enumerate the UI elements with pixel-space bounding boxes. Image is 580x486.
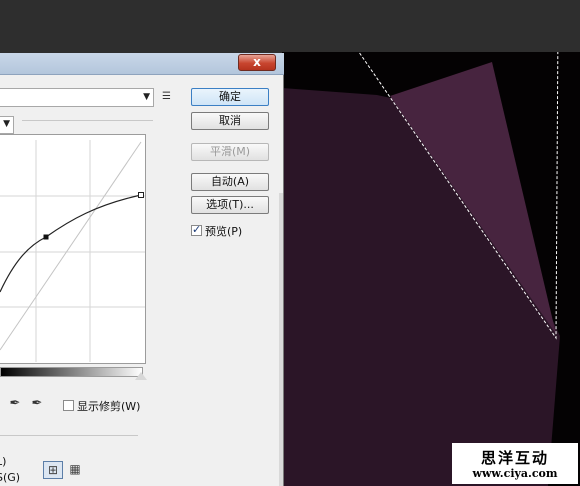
preview-checkbox[interactable] <box>191 223 202 236</box>
simple-grid-icon[interactable]: ⊞ <box>43 461 63 479</box>
canvas-artwork <box>282 52 560 486</box>
ok-button[interactable]: 确定 <box>191 88 269 106</box>
watermark-url: www.ciya.com <box>472 467 558 480</box>
gray-eyedropper-icon[interactable]: ✒ <box>8 396 22 412</box>
close-icon: x <box>253 55 261 69</box>
curves-dialog: x ▼ ☰ ▼ ✒ ✒ 显示修剪(W)) (G) ⊞ ▦ 确定 取消 平滑(M… <box>0 53 284 486</box>
preview-label: 预览(P) <box>205 225 243 238</box>
preset-options-icon[interactable]: ☰ <box>162 91 176 103</box>
graph-gridlines <box>0 140 145 362</box>
curve-graph[interactable] <box>0 140 145 362</box>
curve-end-point <box>138 192 144 198</box>
detailed-grid-icon[interactable]: ▦ <box>65 461 85 479</box>
close-button[interactable]: x <box>238 54 276 71</box>
clipped-label-1: L) <box>0 455 7 468</box>
photoshop-workspace: x ▼ ☰ ▼ ✒ ✒ 显示修剪(W)) (G) ⊞ ▦ 确定 取消 平滑(M… <box>0 0 580 486</box>
chevron-down-icon: ▼ <box>3 119 10 129</box>
curve-line <box>0 194 142 293</box>
clipped-label-2: S(G) <box>0 471 21 484</box>
cancel-button[interactable]: 取消 <box>191 112 269 130</box>
show-clipping-checkbox[interactable] <box>63 400 74 411</box>
dark-purple-shape <box>282 88 560 486</box>
show-clipping-label: 显示修剪(W) <box>77 400 141 413</box>
smooth-button: 平滑(M) <box>191 143 269 161</box>
curve-control-point <box>43 234 49 240</box>
auto-button[interactable]: 自动(A) <box>191 173 269 191</box>
watermark-logo: 思洋互动 www.ciya.com <box>452 443 578 484</box>
diagonal-baseline <box>0 141 142 351</box>
preset-dropdown[interactable]: ▼ <box>0 88 154 107</box>
document-canvas[interactable] <box>282 52 580 486</box>
chevron-down-icon: ▼ <box>143 92 150 102</box>
output-gradient-bar <box>0 367 143 377</box>
white-eyedropper-icon[interactable]: ✒ <box>30 396 44 412</box>
group-divider <box>22 120 153 121</box>
options-button[interactable]: 选项(T)... <box>191 196 269 214</box>
dialog-edge-strip <box>279 193 283 486</box>
white-point-slider[interactable] <box>135 372 147 380</box>
channel-dropdown[interactable]: ▼ <box>0 116 14 134</box>
watermark-title: 思洋互动 <box>480 449 549 467</box>
dialog-titlebar[interactable]: x <box>0 53 284 75</box>
section-divider <box>0 435 138 436</box>
